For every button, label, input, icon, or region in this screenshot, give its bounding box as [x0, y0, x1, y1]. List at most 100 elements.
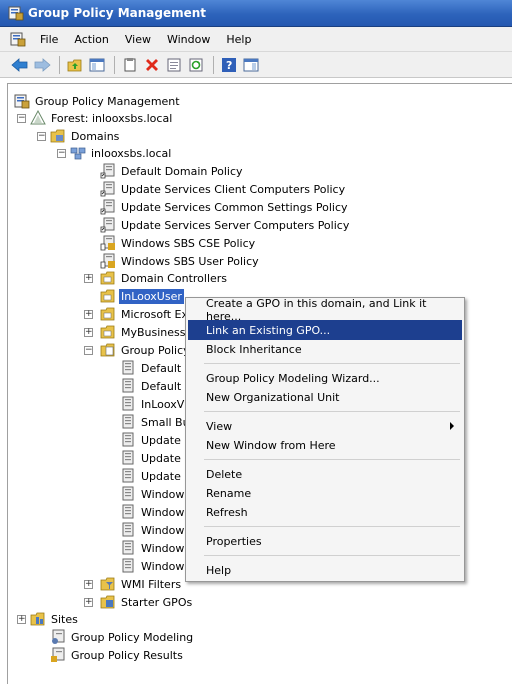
tree-node-ou-domain-controllers[interactable]: Domain Controllers — [100, 269, 229, 287]
menu-action[interactable]: Action — [66, 31, 116, 48]
menu-file[interactable]: File — [32, 31, 66, 48]
tree-node-gp-modeling[interactable]: Group Policy Modeling — [50, 628, 195, 646]
gpmc-icon — [14, 94, 30, 109]
tree-node-gpo-link[interactable]: Update Services Server Computers Policy — [100, 216, 351, 234]
menu-item-help[interactable]: Help — [188, 560, 462, 580]
tree-node-wmi-filters[interactable]: WMI Filters — [100, 575, 183, 593]
tree-node-gpm-root[interactable]: Group Policy Management — [14, 92, 182, 110]
tree-label: Microsoft Ex — [121, 307, 189, 321]
tree-node-gpo-link[interactable]: Update Services Common Settings Policy — [100, 198, 350, 216]
gpo-link-icon — [100, 199, 115, 215]
tree-node-gp-results[interactable]: Group Policy Results — [50, 646, 185, 664]
menu-separator — [204, 411, 460, 412]
tree-node-gpo[interactable]: Small Bu — [120, 413, 192, 431]
tree-node-gpo[interactable]: Window — [120, 521, 186, 539]
tree-node-sites[interactable]: Sites — [30, 610, 80, 628]
tree-node-gpo[interactable]: Update — [120, 431, 183, 449]
up-one-level-button[interactable] — [65, 55, 85, 75]
refresh-button[interactable] — [186, 55, 206, 75]
forward-button[interactable] — [32, 55, 52, 75]
tree-node-ou-inlooxuser[interactable]: InLooxUser — [100, 287, 184, 305]
delete-button[interactable] — [142, 55, 162, 75]
tree-node-gpo[interactable]: Window — [120, 557, 186, 575]
tree-node-ou-mybusiness[interactable]: MyBusiness — [100, 323, 188, 341]
gpmc-app-icon — [8, 6, 24, 21]
gp-results-icon — [51, 647, 65, 662]
forward-icon — [34, 57, 51, 72]
menu-item-properties[interactable]: Properties — [188, 531, 462, 551]
tree-node-gpo[interactable]: Update — [120, 449, 183, 467]
tree-node-gpo[interactable]: Default — [120, 359, 183, 377]
tree-node-gpo[interactable]: InLooxV — [120, 395, 186, 413]
tree-node-gpo-link[interactable]: Update Services Client Computers Policy — [100, 180, 347, 198]
copy-icon — [124, 57, 136, 71]
tree-node-gpo[interactable]: Window — [120, 485, 186, 503]
tree-label: Starter GPOs — [121, 595, 193, 609]
tree-node-domain[interactable]: inlooxsbs.local — [70, 144, 173, 162]
tree-label: Update — [141, 469, 181, 483]
tree-node-gpo[interactable]: Update — [120, 467, 183, 485]
up-folder-icon — [67, 59, 82, 71]
expand-toggle[interactable]: + — [84, 274, 93, 283]
properties-button[interactable] — [164, 55, 184, 75]
gpo-link-warning-icon — [100, 235, 115, 251]
tree-node-gpo[interactable]: Window — [120, 539, 186, 557]
menu-item-block-inheritance[interactable]: Block Inheritance — [188, 339, 462, 359]
expand-toggle[interactable]: + — [84, 598, 93, 607]
menu-item-new-window[interactable]: New Window from Here — [188, 435, 462, 455]
tree-node-gpo[interactable]: Window — [120, 503, 186, 521]
menu-item-link-existing-gpo[interactable]: Link an Existing GPO... — [188, 320, 462, 340]
collapse-toggle[interactable]: − — [57, 149, 66, 158]
collapse-toggle[interactable]: − — [37, 132, 46, 141]
gpo-icon — [122, 414, 134, 429]
menu-help[interactable]: Help — [218, 31, 259, 48]
help-button[interactable]: ? — [219, 55, 239, 75]
menu-item-refresh[interactable]: Refresh — [188, 502, 462, 522]
gpo-icon — [122, 468, 134, 483]
show-action-pane-button[interactable] — [241, 55, 261, 75]
gpo-link-icon — [100, 217, 115, 233]
menu-item-rename[interactable]: Rename — [188, 483, 462, 503]
collapse-toggle[interactable]: − — [84, 346, 93, 355]
tree-node-gpo-link[interactable]: Windows SBS CSE Policy — [100, 234, 257, 252]
tree-node-gpo-container[interactable]: Group Policy — [100, 341, 192, 359]
expand-toggle[interactable]: + — [84, 328, 93, 337]
tree-node-gpo-link[interactable]: Windows SBS User Policy — [100, 252, 261, 270]
gpo-icon — [122, 378, 134, 393]
tree-node-forest[interactable]: Forest: inlooxsbs.local — [30, 109, 174, 127]
expand-toggle[interactable]: + — [17, 615, 26, 624]
tree-label: Domain Controllers — [121, 271, 228, 285]
menu-item-new-ou[interactable]: New Organizational Unit — [188, 387, 462, 407]
system-menu-icon[interactable] — [10, 31, 26, 47]
show-hide-tree-button[interactable] — [87, 55, 107, 75]
tree-node-gpo[interactable]: Default — [120, 377, 183, 395]
menu-item-delete[interactable]: Delete — [188, 464, 462, 484]
show-action-pane-icon — [243, 58, 259, 71]
tree-node-starter-gpos[interactable]: Starter GPOs — [100, 593, 194, 611]
collapse-toggle[interactable]: − — [17, 114, 26, 123]
tree-label: Windows SBS CSE Policy — [121, 236, 256, 250]
menu-view[interactable]: View — [117, 31, 159, 48]
tree-label: Group Policy — [121, 343, 190, 357]
menu-item-gp-modeling-wizard[interactable]: Group Policy Modeling Wizard... — [188, 368, 462, 388]
tree-node-domains[interactable]: Domains — [50, 127, 121, 145]
ou-folder-icon — [100, 289, 115, 303]
menu-item-view[interactable]: View — [188, 416, 462, 436]
gpo-link-icon — [100, 181, 115, 197]
toolbar: ? — [0, 52, 512, 78]
gpo-icon — [122, 504, 134, 519]
expand-toggle[interactable]: + — [84, 580, 93, 589]
gpo-icon — [122, 486, 134, 501]
expand-toggle[interactable]: + — [84, 310, 93, 319]
gpo-icon — [122, 540, 134, 555]
properties-icon — [167, 58, 181, 71]
context-menu: Create a GPO in this domain, and Link it… — [185, 297, 465, 582]
copy-button[interactable] — [120, 55, 140, 75]
tree-node-ou-microsoft-exchange[interactable]: Microsoft Ex — [100, 305, 190, 323]
refresh-icon — [189, 58, 203, 71]
menu-window[interactable]: Window — [159, 31, 218, 48]
back-button[interactable] — [10, 55, 30, 75]
tree-node-gpo-link[interactable]: Default Domain Policy — [100, 162, 245, 180]
tree-label: Default Domain Policy — [121, 164, 243, 178]
menu-item-create-gpo[interactable]: Create a GPO in this domain, and Link it… — [188, 297, 462, 323]
